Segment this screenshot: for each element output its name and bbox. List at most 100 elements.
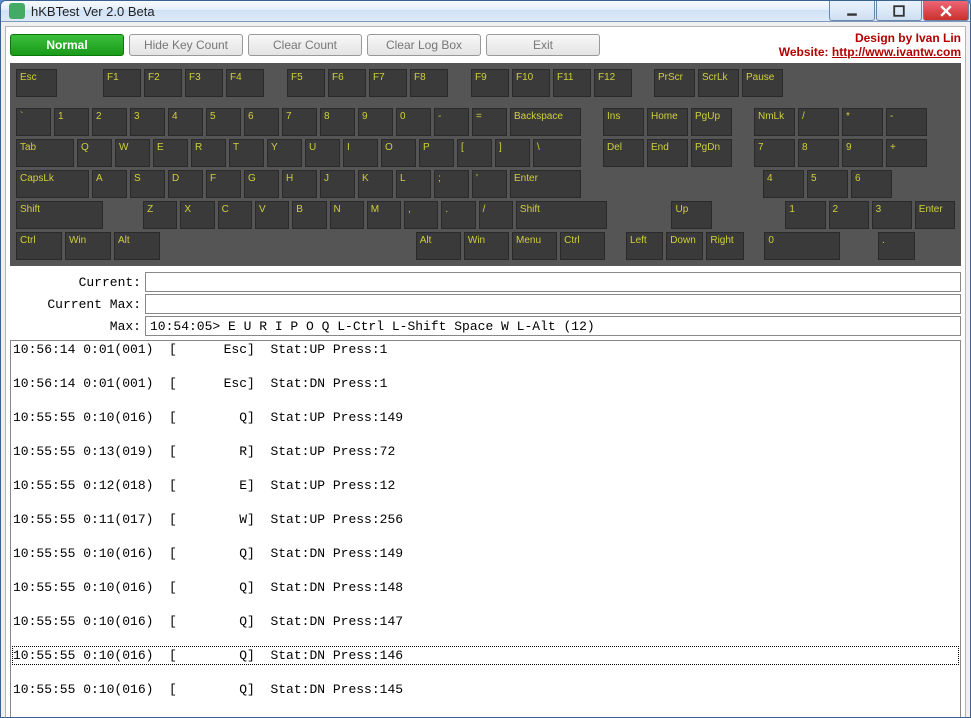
key-win[interactable]: Win <box>464 232 509 260</box>
key-s[interactable]: S <box>130 170 165 198</box>
key-e[interactable]: E <box>153 139 188 167</box>
key-2[interactable]: 2 <box>829 201 869 229</box>
key-7[interactable]: 7 <box>282 108 317 136</box>
key-backspace[interactable]: Backspace <box>510 108 581 136</box>
log-line[interactable]: 10:55:55 0:10(016) [ Q] Stat:DN Press:14… <box>13 545 958 562</box>
key-y[interactable]: Y <box>267 139 302 167</box>
key-home[interactable]: Home <box>647 108 688 136</box>
key-4[interactable]: 4 <box>168 108 203 136</box>
key-u[interactable]: U <box>305 139 340 167</box>
key-left[interactable]: Left <box>626 232 663 260</box>
key-1[interactable]: 1 <box>785 201 825 229</box>
key-[interactable]: + <box>886 139 927 167</box>
key-1[interactable]: 1 <box>54 108 89 136</box>
key-alt[interactable]: Alt <box>416 232 461 260</box>
key-f7[interactable]: F7 <box>369 69 407 97</box>
key-2[interactable]: 2 <box>92 108 127 136</box>
key-f10[interactable]: F10 <box>512 69 550 97</box>
key-6[interactable]: 6 <box>244 108 279 136</box>
key-right[interactable]: Right <box>706 232 743 260</box>
credits-link[interactable]: http://www.ivantw.com <box>832 45 961 59</box>
close-button[interactable] <box>923 1 969 21</box>
key-[interactable]: / <box>479 201 513 229</box>
key-f3[interactable]: F3 <box>185 69 223 97</box>
key-l[interactable]: L <box>396 170 431 198</box>
key-f1[interactable]: F1 <box>103 69 141 97</box>
key-[interactable]: = <box>472 108 507 136</box>
key-f9[interactable]: F9 <box>471 69 509 97</box>
key-o[interactable]: O <box>381 139 416 167</box>
key-[interactable]: - <box>886 108 927 136</box>
log-line[interactable]: 10:55:55 0:10(016) [ Q] Stat:DN Press:14… <box>13 681 958 698</box>
log-line[interactable]: 10:55:55 0:11(017) [ W] Stat:UP Press:25… <box>13 511 958 528</box>
log-line[interactable]: 10:55:55 0:10(016) [ Q] Stat:DN Press:14… <box>13 613 958 630</box>
key-f12[interactable]: F12 <box>594 69 632 97</box>
key-[interactable]: , <box>404 201 438 229</box>
key-prscr[interactable]: PrScr <box>654 69 695 97</box>
key-f2[interactable]: F2 <box>144 69 182 97</box>
key-f6[interactable]: F6 <box>328 69 366 97</box>
key-[interactable]: - <box>434 108 469 136</box>
key-9[interactable]: 9 <box>358 108 393 136</box>
key-up[interactable]: Up <box>671 201 711 229</box>
log-line[interactable]: 10:55:55 0:13(019) [ R] Stat:UP Press:72 <box>13 443 958 460</box>
minimize-button[interactable] <box>829 1 875 21</box>
key-x[interactable]: X <box>180 201 214 229</box>
key-tab[interactable]: Tab <box>16 139 74 167</box>
key-ctrl[interactable]: Ctrl <box>16 232 62 260</box>
key-[interactable]: . <box>878 232 915 260</box>
key-v[interactable]: V <box>255 201 289 229</box>
key-[interactable]: ; <box>434 170 469 198</box>
log-list[interactable]: 10:56:14 0:01(001) [ Esc] Stat:UP Press:… <box>11 341 960 718</box>
hide-key-count-button[interactable]: Hide Key Count <box>129 34 243 56</box>
log-line[interactable]: 10:55:55 0:12(018) [ E] Stat:UP Press:12 <box>13 477 958 494</box>
key-d[interactable]: D <box>168 170 203 198</box>
key-z[interactable]: Z <box>143 201 177 229</box>
clear-count-button[interactable]: Clear Count <box>248 34 362 56</box>
key-alt[interactable]: Alt <box>114 232 160 260</box>
key-3[interactable]: 3 <box>130 108 165 136</box>
key-a[interactable]: A <box>92 170 127 198</box>
key-ctrl[interactable]: Ctrl <box>560 232 605 260</box>
normal-button[interactable]: Normal <box>10 34 124 56</box>
key-8[interactable]: 8 <box>798 139 839 167</box>
key-f4[interactable]: F4 <box>226 69 264 97</box>
key-pgdn[interactable]: PgDn <box>691 139 732 167</box>
key-r[interactable]: R <box>191 139 226 167</box>
key-pause[interactable]: Pause <box>742 69 783 97</box>
key-del[interactable]: Del <box>603 139 644 167</box>
key-[interactable]: * <box>842 108 883 136</box>
key-shift[interactable]: Shift <box>16 201 103 229</box>
key-m[interactable]: M <box>367 201 401 229</box>
key-[interactable]: . <box>441 201 475 229</box>
key-[interactable]: ] <box>495 139 530 167</box>
key-menu[interactable]: Menu <box>512 232 557 260</box>
key-f[interactable]: F <box>206 170 241 198</box>
clear-log-button[interactable]: Clear Log Box <box>367 34 481 56</box>
key-f8[interactable]: F8 <box>410 69 448 97</box>
key-5[interactable]: 5 <box>206 108 241 136</box>
key-[interactable]: ` <box>16 108 51 136</box>
log-line[interactable]: 10:56:14 0:01(001) [ Esc] Stat:UP Press:… <box>13 341 958 358</box>
log-line[interactable]: 10:55:55 0:10(016) [ Q] Stat:DN Press:14… <box>13 579 958 596</box>
key-7[interactable]: 7 <box>754 139 795 167</box>
key-0[interactable]: 0 <box>396 108 431 136</box>
key-esc[interactable]: Esc <box>16 69 57 97</box>
key-0[interactable]: 0 <box>764 232 840 260</box>
key-w[interactable]: W <box>115 139 150 167</box>
key-t[interactable]: T <box>229 139 264 167</box>
key-shift[interactable]: Shift <box>516 201 607 229</box>
key-5[interactable]: 5 <box>807 170 848 198</box>
key-h[interactable]: H <box>282 170 317 198</box>
key-end[interactable]: End <box>647 139 688 167</box>
exit-button[interactable]: Exit <box>486 34 600 56</box>
log-line[interactable]: 10:55:55 0:10(016) [ Q] Stat:UP Press:14… <box>13 409 958 426</box>
key-c[interactable]: C <box>218 201 252 229</box>
key-q[interactable]: Q <box>77 139 112 167</box>
key-[interactable]: ' <box>472 170 507 198</box>
key-scrlk[interactable]: ScrLk <box>698 69 739 97</box>
key-win[interactable]: Win <box>65 232 111 260</box>
key-8[interactable]: 8 <box>320 108 355 136</box>
key-f5[interactable]: F5 <box>287 69 325 97</box>
title-bar[interactable]: hKBTest Ver 2.0 Beta <box>1 1 970 22</box>
